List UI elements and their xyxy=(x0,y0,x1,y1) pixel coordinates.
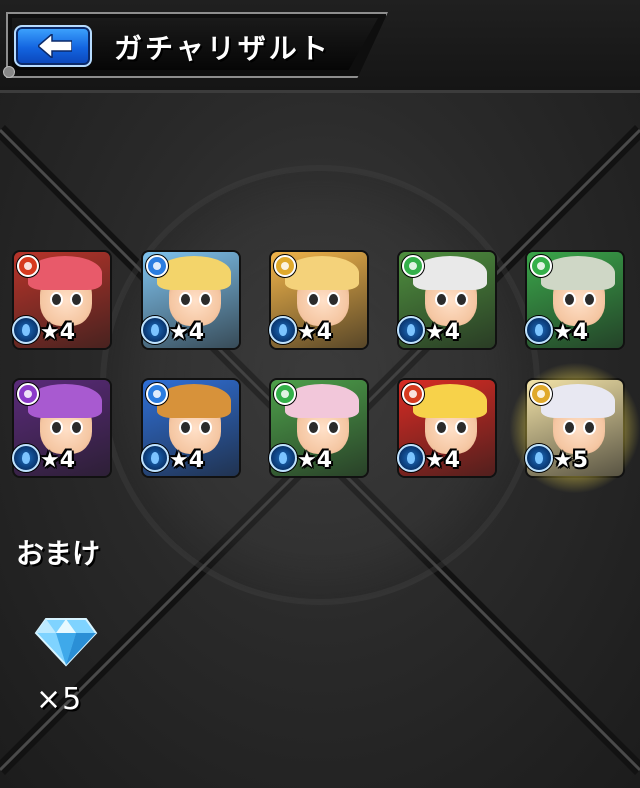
luck-orb-icon xyxy=(12,444,40,472)
luck-orb-icon xyxy=(269,316,297,344)
monster-eye xyxy=(199,420,212,435)
monster-eye xyxy=(563,420,576,435)
monster-eye xyxy=(435,420,448,435)
monster-card[interactable]: ★4 xyxy=(397,252,495,348)
luck-orb-icon xyxy=(12,316,40,344)
monster-card[interactable]: ★4 xyxy=(269,380,367,476)
orb-gem-icon xyxy=(34,618,98,667)
back-button[interactable] xyxy=(14,25,92,67)
rarity-label: ★5 xyxy=(553,448,589,473)
monster-hair xyxy=(541,256,615,290)
wood-element-icon xyxy=(402,255,424,277)
monster-eye xyxy=(199,292,212,307)
rarity-label: ★4 xyxy=(40,448,76,473)
monster-eye xyxy=(435,292,448,307)
luck-orb-icon xyxy=(525,316,553,344)
monster-hair xyxy=(285,384,359,418)
rarity-label: ★4 xyxy=(297,448,333,473)
monster-hair xyxy=(28,256,102,290)
monster-eye xyxy=(179,420,192,435)
monster-card[interactable]: ★4 xyxy=(269,252,367,348)
fire-element-icon xyxy=(17,255,39,277)
monster-hair xyxy=(157,384,231,418)
monster-hair xyxy=(413,384,487,418)
monster-eye xyxy=(307,420,320,435)
rarity-label: ★4 xyxy=(297,320,333,345)
luck-orb-icon xyxy=(525,444,553,472)
monster-eye xyxy=(455,420,468,435)
header-rivet xyxy=(3,66,15,78)
light-element-icon xyxy=(274,255,296,277)
monster-eye xyxy=(70,292,83,307)
monster-hair xyxy=(285,256,359,290)
monster-eye xyxy=(327,420,340,435)
water-element-icon xyxy=(146,255,168,277)
luck-orb-icon xyxy=(141,316,169,344)
back-arrow-icon xyxy=(38,34,72,58)
monster-card[interactable]: ★4 xyxy=(12,252,110,348)
page-title: ガチャリザルト xyxy=(114,32,331,65)
rarity-label: ★4 xyxy=(169,320,205,345)
monster-eye xyxy=(307,292,320,307)
monster-eye xyxy=(563,292,576,307)
monster-eye xyxy=(583,420,596,435)
wood-element-icon xyxy=(530,255,552,277)
light-element-icon xyxy=(530,383,552,405)
rarity-label: ★4 xyxy=(553,320,589,345)
monster-eye xyxy=(583,292,596,307)
monster-eye xyxy=(179,292,192,307)
monster-card[interactable]: ★4 xyxy=(525,252,623,348)
monster-hair xyxy=(541,384,615,418)
bonus-title: おまけ xyxy=(16,537,101,570)
rarity-label: ★4 xyxy=(425,320,461,345)
monster-card[interactable]: ★4 xyxy=(141,380,239,476)
rarity-label: ★4 xyxy=(425,448,461,473)
monster-eye xyxy=(50,420,63,435)
monster-eye xyxy=(455,292,468,307)
header-bar: ガチャリザルト xyxy=(0,0,640,93)
monster-eye xyxy=(70,420,83,435)
bonus-count: ×5 xyxy=(36,682,83,717)
luck-orb-icon xyxy=(269,444,297,472)
monster-card[interactable]: ★4 xyxy=(12,380,110,476)
monster-eye xyxy=(327,292,340,307)
monster-card[interactable]: ★5 xyxy=(509,362,640,494)
water-element-icon xyxy=(146,383,168,405)
monster-hair xyxy=(413,256,487,290)
monster-card[interactable]: ★4 xyxy=(397,380,495,476)
monster-card[interactable]: ★4 xyxy=(141,252,239,348)
monster-eye xyxy=(50,292,63,307)
luck-orb-icon xyxy=(141,444,169,472)
luck-orb-icon xyxy=(397,316,425,344)
rarity-label: ★4 xyxy=(40,320,76,345)
dark-element-icon xyxy=(17,383,39,405)
rarity-label: ★4 xyxy=(169,448,205,473)
monster-hair xyxy=(28,384,102,418)
luck-orb-icon xyxy=(397,444,425,472)
monster-hair xyxy=(157,256,231,290)
wood-element-icon xyxy=(274,383,296,405)
fire-element-icon xyxy=(402,383,424,405)
